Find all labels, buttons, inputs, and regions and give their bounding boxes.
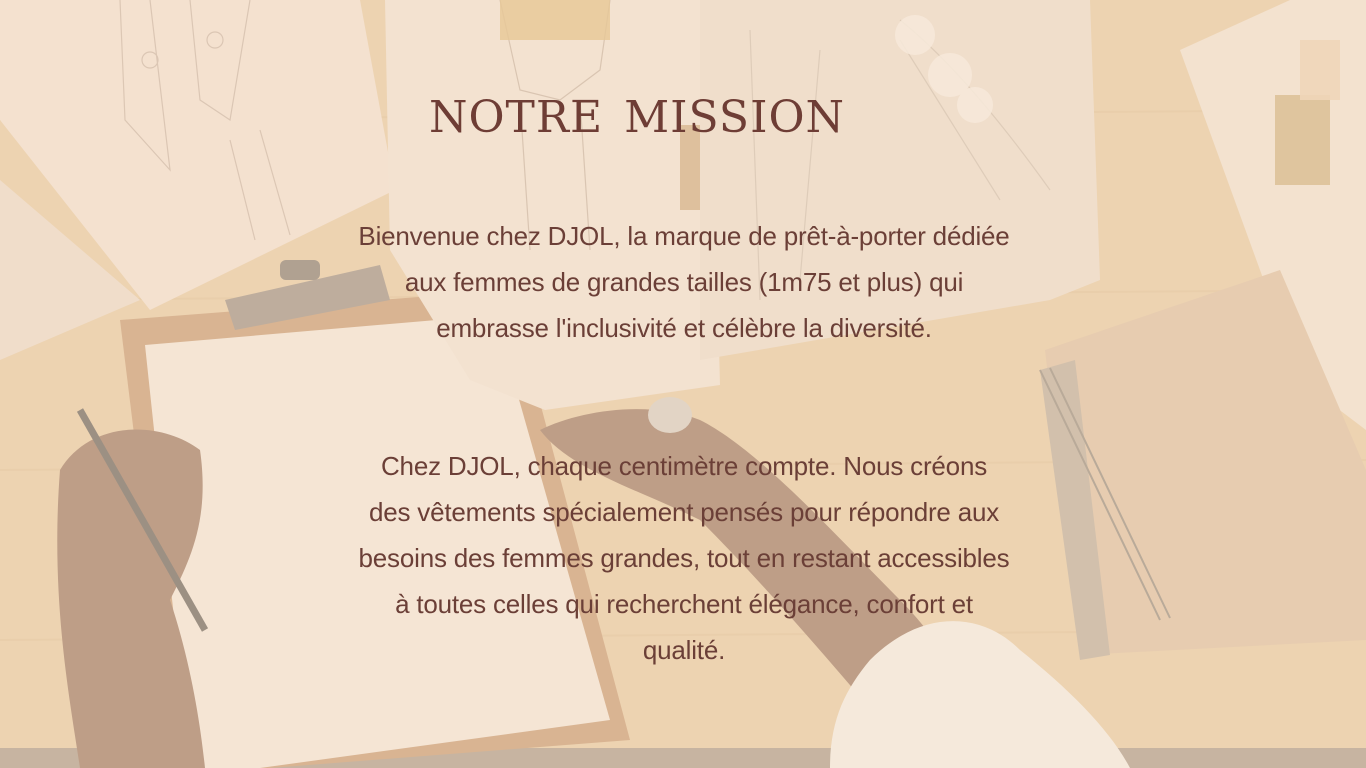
mission-paragraph: Chez DJOL, chaque centimètre compte. Nou… xyxy=(358,451,1010,665)
intro-paragraph: Bienvenue chez DJOL, la marque de prêt-à… xyxy=(358,221,1010,343)
page-title: NOTRE MISSION xyxy=(428,92,846,143)
slide: NOTRE MISSION Bienvenue chez DJOL, la ma… xyxy=(0,0,1366,768)
